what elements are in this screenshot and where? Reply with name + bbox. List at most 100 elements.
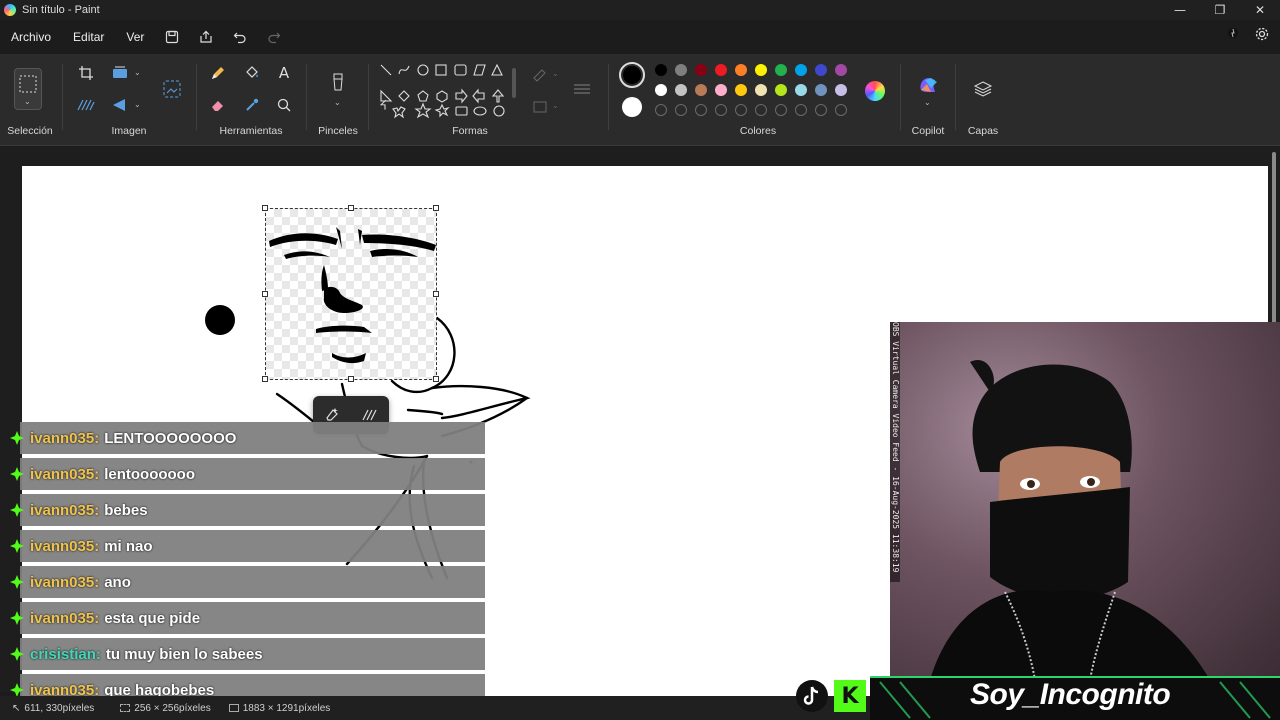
stroke-size-button[interactable] [570,78,594,100]
color-swatch[interactable] [755,64,767,76]
color-swatch[interactable] [835,64,847,76]
background-remove-button[interactable] [74,94,98,116]
window-title: Sin título - Paint [22,4,100,16]
color-swatch[interactable] [795,64,807,76]
streamer-portrait [930,359,1210,680]
custom-color-slot[interactable] [695,104,707,116]
color-swatch[interactable] [755,84,767,96]
chat-text: mi nao [104,537,153,555]
chat-username: ivann035: [30,609,100,627]
flip-icon [113,99,125,111]
custom-color-slot[interactable] [755,104,767,116]
close-button[interactable]: ✕ [1240,0,1280,20]
eraser-icon [212,101,223,111]
menu-archivo[interactable]: Archivo [0,30,62,44]
color-swatch[interactable] [815,64,827,76]
color-swatch[interactable] [675,84,687,96]
shapes-gallery[interactable] [378,62,518,124]
pencil-button[interactable] [206,62,230,84]
custom-color-slot[interactable] [735,104,747,116]
custom-color-slot[interactable] [795,104,807,116]
selection-tool-button[interactable]: ⌄ [14,68,42,110]
magnifier-button[interactable] [272,94,296,116]
color-picker-button[interactable] [240,94,264,116]
account-icon[interactable] [1226,26,1240,40]
subscriber-badge-icon [8,429,26,447]
redo-button[interactable] [257,30,291,44]
fill-button[interactable] [240,62,264,84]
shapes-group: ⌄ ⌄ Formas [372,54,606,146]
color-swatch[interactable] [695,84,707,96]
menu-ver[interactable]: Ver [115,30,155,44]
custom-color-slot[interactable] [675,104,687,116]
eraser-button[interactable] [206,94,230,116]
chat-text: lentooooooo [104,465,196,483]
image-group-label: Imagen [111,125,147,137]
subscriber-badge-icon [8,645,26,663]
chevron-down-icon: ⌄ [134,100,141,109]
chevron-down-icon: ⌄ [134,68,141,77]
pasted-image-selection[interactable] [262,205,439,382]
layers-group-label: Capas [967,125,999,137]
social-icons: K [796,680,866,712]
image-select-icon [163,80,181,98]
maximize-button[interactable]: ❐ [1200,0,1240,20]
menu-editar[interactable]: Editar [62,30,115,44]
primary-color-button[interactable] [619,62,645,88]
resize-button[interactable] [108,62,132,84]
layers-group: Capas [960,54,1006,146]
fill-shape-button[interactable] [528,96,552,118]
brushes-button[interactable] [326,72,350,94]
color-swatch[interactable] [735,64,747,76]
copilot-button[interactable] [916,74,940,96]
text-button[interactable]: A [272,62,296,84]
chat-message: ivann035: lentooooooo [10,458,485,490]
undo-button[interactable] [223,30,257,44]
eyedropper-icon [246,98,259,111]
paint-app-icon [4,4,16,16]
edit-colors-button[interactable] [865,81,885,101]
rotate-button[interactable] [108,94,132,116]
chat-message: ivann035: esta que pide [10,602,485,634]
share-button[interactable] [189,30,223,44]
minimize-button[interactable]: — [1160,0,1200,20]
chevron-down-icon: ⌄ [552,69,559,78]
custom-color-slot[interactable] [815,104,827,116]
magnifier-icon [277,98,291,112]
color-swatch[interactable] [775,84,787,96]
secondary-color-button[interactable] [622,97,642,117]
resize-icon [113,66,127,78]
color-swatch[interactable] [835,84,847,96]
selection-size: 256 × 256píxeles [120,703,211,714]
chat-message: ivann035: ano [10,566,485,598]
color-swatch[interactable] [715,64,727,76]
selection-size-icon [120,704,131,712]
color-swatch[interactable] [715,84,727,96]
color-swatch[interactable] [655,64,667,76]
chat-username: ivann035: [30,465,100,483]
subscriber-badge-icon [8,573,26,591]
chat-text: ano [104,573,131,591]
settings-gear-icon[interactable] [1254,26,1270,42]
custom-color-slot[interactable] [655,104,667,116]
color-swatch[interactable] [775,64,787,76]
custom-color-slot[interactable] [775,104,787,116]
save-button[interactable] [155,30,189,44]
image-select-button[interactable] [160,78,184,100]
crop-icon [79,66,93,80]
crop-button[interactable] [74,62,98,84]
color-swatch[interactable] [695,64,707,76]
save-icon [166,30,179,44]
outline-button[interactable] [528,64,552,86]
color-swatch[interactable] [795,84,807,96]
layers-icon [973,81,993,97]
color-swatch[interactable] [675,64,687,76]
tiktok-icon [796,680,828,712]
color-swatch[interactable] [655,84,667,96]
color-swatch[interactable] [815,84,827,96]
layers-button[interactable] [971,78,995,100]
custom-color-slot[interactable] [835,104,847,116]
color-swatch[interactable] [735,84,747,96]
custom-color-slot[interactable] [715,104,727,116]
brushes-group-label: Pinceles [318,125,358,137]
